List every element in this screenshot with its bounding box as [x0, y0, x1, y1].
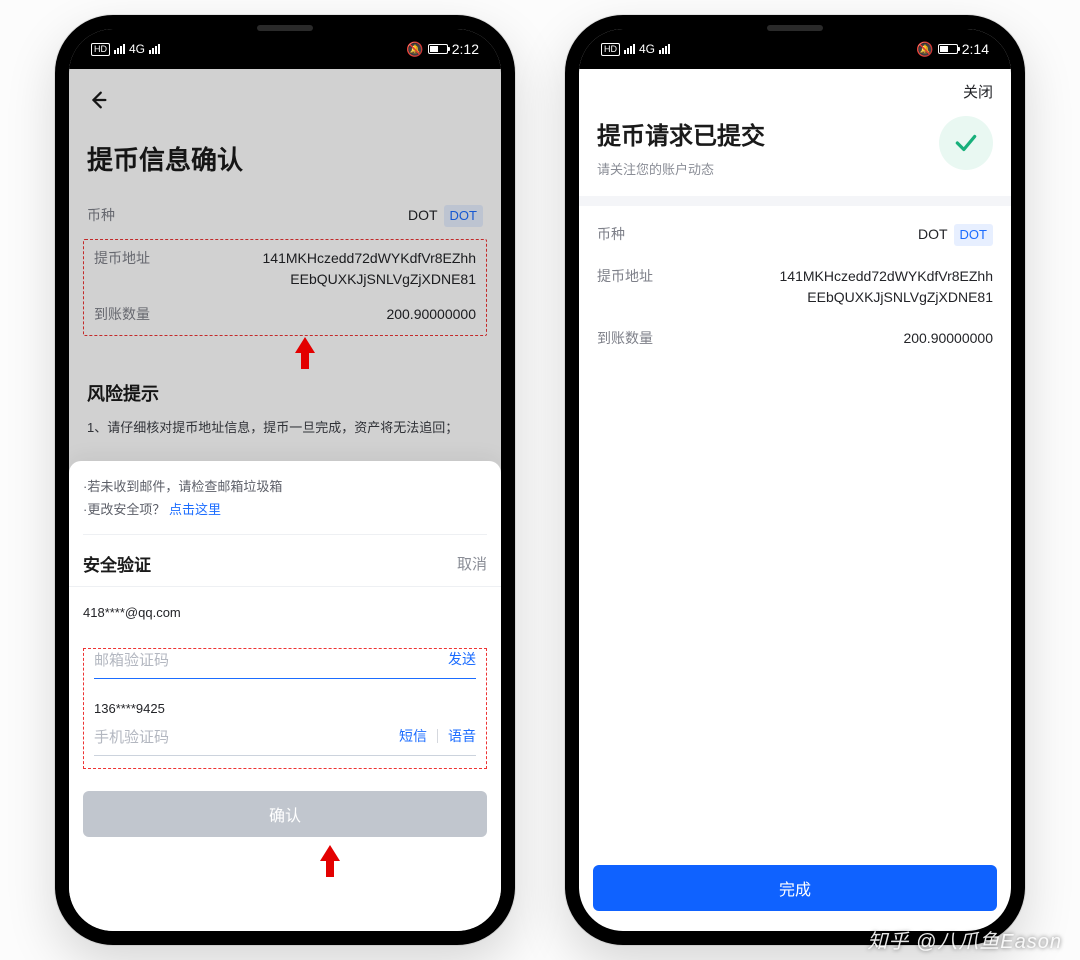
- done-button[interactable]: 完成: [593, 865, 997, 911]
- watermark: 知乎 @八爪鱼Eason: [867, 925, 1062, 954]
- screen-right: HD 4G 🔕 2:14 关闭 提币请求已提交: [579, 29, 1011, 931]
- address-value: 141MKHczedd72dWYKdfVr8EZhhEEbQUXKJjSNLVg…: [166, 248, 476, 290]
- send-code-button[interactable]: 发送: [448, 649, 476, 669]
- bell-off-icon: 🔕: [406, 41, 423, 58]
- phone-left: HD 4G 🔕 2:12 提币信息确认: [55, 15, 515, 945]
- highlight-box-address: 提币地址 141MKHczedd72dWYKdfVr8EZhhEEbQUXKJj…: [83, 239, 487, 336]
- email-label: 418****@qq.com: [83, 605, 487, 620]
- hd-badge-icon: HD: [91, 43, 110, 56]
- arrow-left-icon: [87, 89, 109, 111]
- signal-bars-icon: [624, 44, 635, 54]
- clock-time: 2:12: [452, 41, 479, 57]
- page-title: 提币信息确认: [87, 140, 483, 177]
- page-body-right: 关闭 提币请求已提交 请关注您的账户动态 币种: [579, 29, 1011, 931]
- info-card: 币种 DOTDOT 提币地址 141MKHczedd72dWYKdfVr8EZh…: [579, 206, 1011, 387]
- network-label: 4G: [129, 42, 145, 56]
- arrow-up-icon: [295, 337, 315, 369]
- amount-label: 到账数量: [597, 328, 653, 348]
- battery-icon: [938, 44, 958, 54]
- battery-icon: [428, 44, 448, 54]
- hd-badge-icon: HD: [601, 43, 620, 56]
- address-value: 141MKHczedd72dWYKdfVr8EZhhEEbQUXKJjSNLVg…: [669, 266, 993, 308]
- sms-button[interactable]: 短信: [399, 726, 427, 746]
- risk-title: 风险提示: [87, 380, 483, 406]
- voice-button[interactable]: 语音: [448, 726, 476, 746]
- screen-left: HD 4G 🔕 2:12 提币信息确认: [69, 29, 501, 931]
- confirm-button[interactable]: 确认: [83, 791, 487, 837]
- amount-label: 到账数量: [94, 304, 150, 324]
- coin-badge: DOT: [954, 224, 993, 246]
- tip-line-2: ·更改安全项？ 点击这里: [83, 498, 487, 521]
- highlight-box-verify: 邮箱验证码 发送 136****9425 手机验证码 短信 语音: [83, 648, 487, 769]
- network-label: 4G: [639, 42, 655, 56]
- phone-code-input[interactable]: 手机验证码 短信 语音: [94, 726, 476, 756]
- coin-value: DOTDOT: [131, 205, 483, 227]
- tip-line-1: ·若未收到邮件，请检查邮箱垃圾箱: [83, 475, 487, 498]
- coin-label: 币种: [597, 224, 625, 244]
- address-label: 提币地址: [94, 248, 150, 268]
- change-security-link[interactable]: 点击这里: [169, 502, 221, 517]
- section-gap: [579, 196, 1011, 206]
- signal-bars-icon: [659, 44, 670, 54]
- separator: [437, 729, 438, 743]
- amount-value: 200.90000000: [166, 304, 476, 325]
- coin-badge: DOT: [444, 205, 483, 227]
- phone-notch: [705, 15, 885, 43]
- signal-bars-icon: [149, 44, 160, 54]
- phone-code-placeholder: 手机验证码: [94, 726, 389, 747]
- email-code-input[interactable]: 邮箱验证码 发送: [94, 649, 476, 679]
- risk-text: 1、请仔细核对提币地址信息，提币一旦完成，资产将无法追回；: [87, 418, 483, 439]
- success-title: 提币请求已提交: [597, 116, 765, 151]
- coin-value: DOTDOT: [641, 224, 993, 246]
- page-body-left: 提币信息确认 币种 DOTDOT 提币地址 141MKHczedd72dWYKd…: [69, 29, 501, 931]
- bell-off-icon: 🔕: [916, 41, 933, 58]
- sheet-title: 安全验证: [83, 551, 151, 576]
- clock-time: 2:14: [962, 41, 989, 57]
- back-button[interactable]: [87, 83, 109, 124]
- bottom-sheet: ·若未收到邮件，请检查邮箱垃圾箱 ·更改安全项？ 点击这里 安全验证 取消 41…: [69, 461, 501, 931]
- success-subtitle: 请关注您的账户动态: [597, 159, 765, 178]
- phone-right: HD 4G 🔕 2:14 关闭 提币请求已提交: [565, 15, 1025, 945]
- email-code-placeholder: 邮箱验证码: [94, 649, 438, 670]
- phone-label: 136****9425: [94, 701, 476, 716]
- phone-notch: [195, 15, 375, 43]
- cancel-button[interactable]: 取消: [457, 553, 487, 574]
- signal-bars-icon: [114, 44, 125, 54]
- check-icon: [953, 130, 979, 156]
- amount-value: 200.90000000: [669, 328, 993, 349]
- coin-label: 币种: [87, 205, 115, 225]
- arrow-up-icon: [320, 845, 340, 877]
- success-check-icon: [939, 116, 993, 170]
- close-button[interactable]: 关闭: [963, 81, 993, 102]
- address-label: 提币地址: [597, 266, 653, 286]
